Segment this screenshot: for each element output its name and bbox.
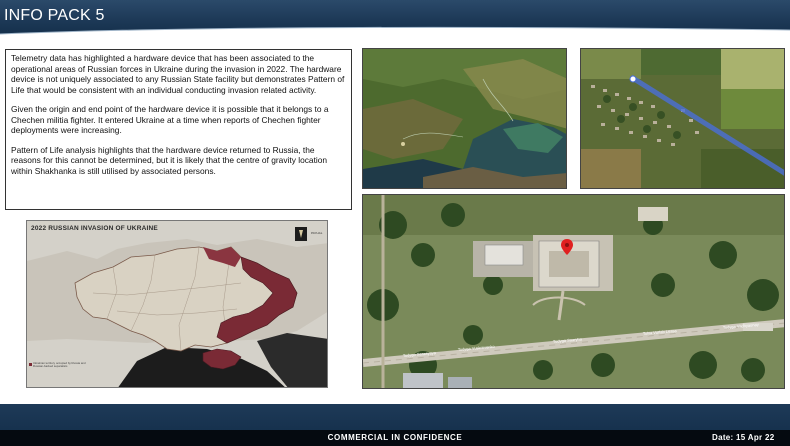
satellite-village-route — [580, 48, 785, 189]
date-label: Date: 15 Apr 22 — [712, 433, 775, 442]
summary-paragraph: Given the origin and end point of the ha… — [11, 104, 329, 135]
summary-paragraph: Pattern of Life analysis highlights that… — [11, 144, 328, 176]
satellite-regional-view — [362, 48, 567, 189]
summary-paragraph: Telemetry data has highlighted a hardwar… — [11, 53, 345, 95]
map-legend: Ukrainian territory occupied by Russia a… — [33, 361, 86, 369]
classification-label: COMMERCIAL IN CONFIDENCE — [327, 433, 463, 442]
header-swoosh — [0, 26, 790, 42]
building-aerial-graphic: Todygo Saraayaya Todyga Vuskrevenko Tudy… — [363, 195, 784, 388]
page-title: INFO PACK 5 — [4, 7, 105, 24]
intel-summary-box: Telemetry data has highlighted a hardwar… — [5, 49, 352, 210]
satellite-building-closeup: Todygo Saraayaya Todyga Vuskrevenko Tudy… — [362, 194, 785, 389]
map-logo: PAYHAL — [311, 231, 323, 235]
invasion-map: 2022 RUSSIAN INVASION OF UKRAINE PAYHAL … — [26, 220, 328, 388]
map-title: 2022 RUSSIAN INVASION OF UKRAINE — [31, 225, 158, 232]
